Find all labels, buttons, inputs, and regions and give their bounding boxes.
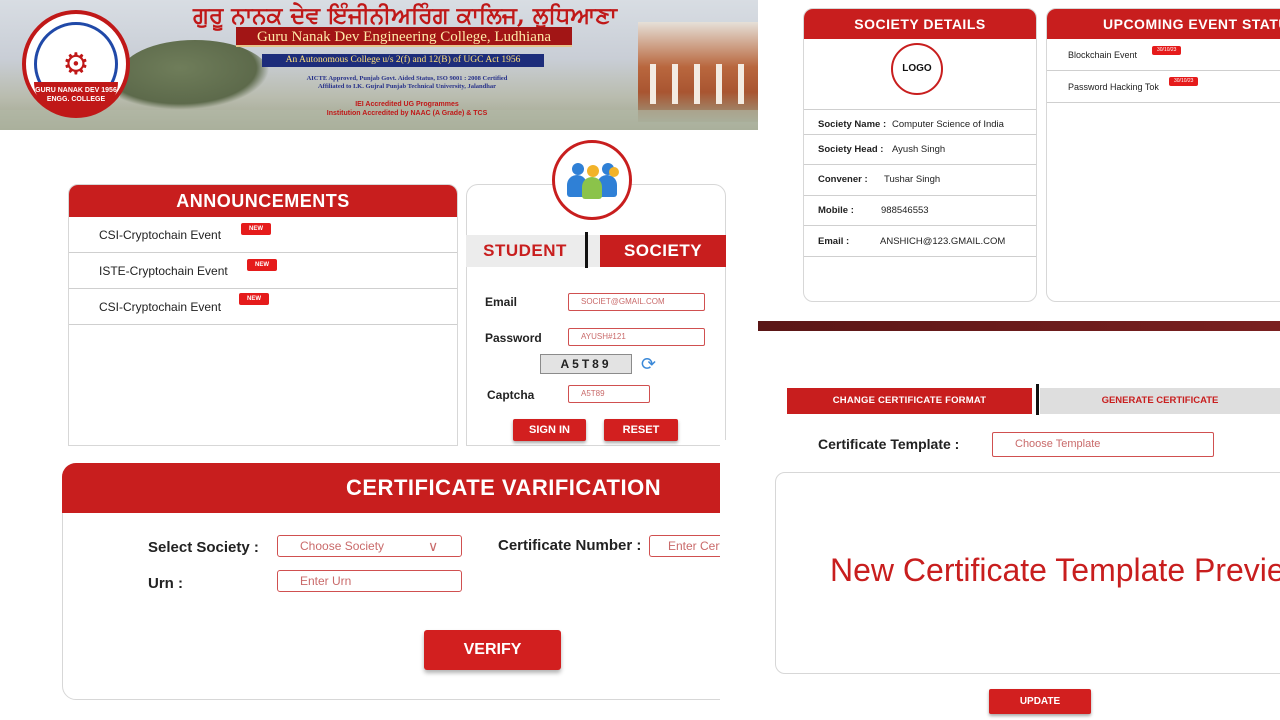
- convener-row: Convener : Tushar Singh: [804, 164, 1036, 194]
- certificate-number-label: Certificate Number :: [498, 537, 642, 554]
- certificate-number-input[interactable]: Enter Cert: [649, 535, 729, 557]
- email-label: Email :: [818, 236, 850, 247]
- new-badge: NEW: [239, 293, 269, 305]
- society-head-value: Ayush Singh: [892, 144, 946, 155]
- society-details-title: SOCIETY DETAILS: [804, 9, 1036, 39]
- aicte-line-2: Affiliated to I.K. Gujral Punjab Technic…: [317, 83, 497, 90]
- announcement-item[interactable]: ISTE-Cryptochain Event NEW: [69, 253, 457, 289]
- email-row: Email : ANSHICH@123.GMAIL.COM: [804, 225, 1036, 257]
- event-date-badge: 30/10/23: [1152, 46, 1182, 55]
- convener-label: Convener :: [818, 174, 868, 185]
- urn-input[interactable]: Enter Urn: [277, 570, 462, 592]
- upcoming-events-title: UPCOMING EVENT STATUS: [1047, 9, 1280, 39]
- group-users-icon: [552, 140, 632, 220]
- email-value: ANSHICH@123.GMAIL.COM: [880, 236, 1006, 247]
- urn-label: Urn :: [148, 575, 183, 592]
- verification-title: CERTIFICATE VARIFICATION: [346, 475, 662, 500]
- society-select-value: Choose Society: [300, 539, 385, 553]
- update-button[interactable]: UPDATE: [989, 689, 1091, 714]
- announcement-label: CSI-Cryptochain Event: [99, 300, 222, 314]
- society-select[interactable]: Choose Society ∨: [277, 535, 462, 557]
- aicte-info: AICTE Approved, Punjab Govt. Aided Statu…: [274, 75, 540, 91]
- certificate-preview-text: New Certificate Template Preview: [830, 552, 1280, 588]
- email-field[interactable]: SOCIET@GMAIL.COM: [568, 293, 705, 311]
- punjabi-title: ਗੁਰੂ ਨਾਨਕ ਦੇਵ ਇੰਜੀਨੀਅਰਿੰਗ ਕਾਲਿਜ, ਲੁਧਿਆਣਾ: [193, 2, 617, 29]
- certificate-template-select[interactable]: Choose Template: [992, 432, 1214, 457]
- announcement-item[interactable]: CSI-Cryptochain Event NEW: [69, 289, 457, 325]
- society-name-label: Society Name :: [818, 119, 887, 130]
- new-badge: NEW: [247, 259, 277, 271]
- section-divider: [758, 321, 1280, 331]
- iei-info: IEI Accredited UG Programmes Institution…: [274, 100, 540, 118]
- announcement-item[interactable]: CSI-Cryptochain Event NEW: [69, 217, 457, 253]
- mobile-value: 988546553: [881, 205, 929, 216]
- password-field[interactable]: AYUSH#121: [568, 328, 705, 346]
- captcha-label: Captcha: [487, 388, 535, 402]
- event-name: Blockchain Event: [1068, 50, 1138, 60]
- password-label: Password: [485, 331, 542, 345]
- tab-generate-certificate[interactable]: GENERATE CERTIFICATE: [1040, 388, 1280, 414]
- iei-line-1: IEI Accredited UG Programmes: [355, 101, 459, 108]
- college-name: Guru Nanak Dev Engineering College, Ludh…: [236, 27, 572, 47]
- tab-change-certificate-format[interactable]: CHANGE CERTIFICATE FORMAT: [787, 388, 1032, 414]
- crest-ribbon: GURU NANAK DEV 1956 ENGG. COLLEGE: [34, 82, 118, 114]
- screen-gap: [720, 440, 760, 720]
- society-logo: LOGO: [891, 43, 943, 95]
- ui-collage: ⚙ GURU NANAK DEV 1956 ENGG. COLLEGE ਗੁਰੂ…: [0, 0, 1280, 720]
- event-item[interactable]: Password Hacking Tok 30/10/23: [1047, 71, 1280, 103]
- banner-trees: [120, 40, 270, 110]
- society-head-label: Society Head :: [818, 144, 884, 155]
- tab-divider: [1036, 384, 1039, 415]
- captcha-code: A5T89: [540, 354, 632, 374]
- tab-society[interactable]: SOCIETY: [600, 235, 726, 267]
- event-name: Password Hacking Tok: [1068, 82, 1159, 92]
- upcoming-events-panel: UPCOMING EVENT STATUS Blockchain Event 3…: [1046, 8, 1280, 302]
- event-item[interactable]: Blockchain Event 30/10/23: [1047, 39, 1280, 71]
- society-label: Select Society :: [148, 539, 259, 556]
- iei-line-2: Institution Accredited by NAAC (A Grade)…: [326, 110, 488, 117]
- certificate-template-label: Certificate Template :: [818, 436, 960, 452]
- event-date-badge: 30/10/23: [1169, 77, 1199, 86]
- refresh-icon[interactable]: ⟳: [641, 355, 661, 375]
- captcha-field[interactable]: A5T89: [568, 385, 650, 403]
- college-building-photo: [638, 22, 758, 122]
- chevron-down-icon: ∨: [428, 538, 439, 554]
- mobile-row: Mobile : 988546553: [804, 195, 1036, 225]
- college-crest: ⚙ GURU NANAK DEV 1956 ENGG. COLLEGE: [22, 10, 130, 118]
- mobile-label: Mobile :: [818, 205, 854, 216]
- society-head-row: Society Head : Ayush Singh: [804, 134, 1036, 164]
- login-panel: [466, 184, 726, 446]
- signin-button[interactable]: SIGN IN: [513, 419, 586, 441]
- aicte-line-1: AICTE Approved, Punjab Govt. Aided Statu…: [306, 75, 508, 82]
- convener-value: Tushar Singh: [884, 174, 941, 185]
- announcements-panel: ANNOUNCEMENTS CSI-Cryptochain Event NEW …: [68, 184, 458, 446]
- reset-button[interactable]: RESET: [604, 419, 678, 441]
- verify-button[interactable]: VERIFY: [424, 630, 561, 670]
- verification-header: CERTIFICATE VARIFICATION: [62, 463, 720, 513]
- new-badge: NEW: [241, 223, 271, 235]
- tab-student[interactable]: STUDENT: [466, 235, 584, 267]
- email-label: Email: [485, 295, 518, 309]
- announcement-label: CSI-Cryptochain Event: [99, 228, 222, 242]
- tab-divider: [585, 232, 588, 268]
- announcement-label: ISTE-Cryptochain Event: [99, 264, 228, 278]
- announcements-title: ANNOUNCEMENTS: [69, 185, 457, 217]
- autonomous-status: An Autonomous College u/s 2(f) and 12(B)…: [262, 54, 544, 67]
